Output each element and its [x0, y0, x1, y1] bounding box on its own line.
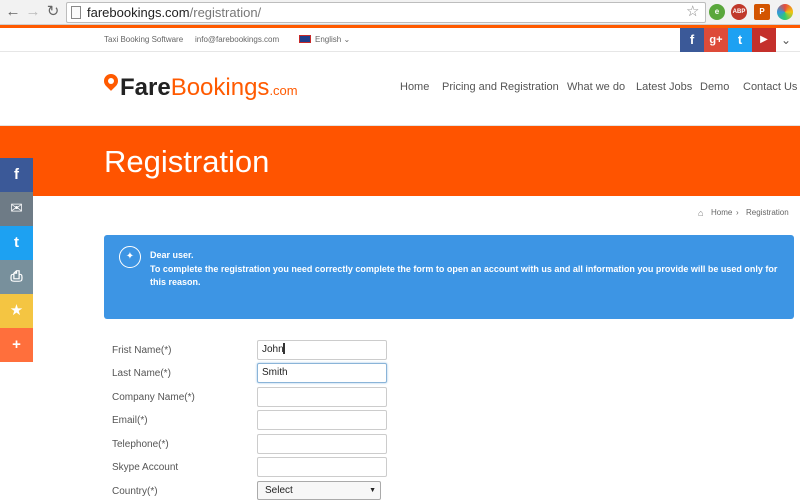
chevron-down-icon[interactable]: ⌄ — [781, 33, 791, 47]
share-print-icon[interactable]: ⎙ — [0, 260, 33, 294]
browser-toolbar: ← → ↻ farebookings.com/registration/ ☆ e… — [0, 0, 800, 25]
evernote-icon[interactable]: e — [709, 4, 725, 20]
home-icon: ⌂ — [698, 208, 704, 218]
country-label: Country(*) — [112, 486, 158, 497]
facebook-icon[interactable]: f — [680, 28, 704, 52]
url-domain: farebookings.com — [87, 5, 190, 20]
share-email-icon[interactable]: ✉ — [0, 192, 33, 226]
language-selector[interactable]: English ⌄ — [315, 35, 350, 44]
top-bar: Taxi Booking Software info@farebookings.… — [0, 28, 800, 52]
tagline: Taxi Booking Software — [104, 35, 184, 44]
first-name-label: Frist Name(*) — [112, 345, 172, 356]
nav-pricing-registration[interactable]: Pricing and Registration — [442, 81, 559, 93]
last-name-input[interactable]: Smith — [257, 363, 387, 383]
select-arrow-icon: ▼ — [369, 487, 376, 494]
page-banner: Registration — [0, 126, 800, 196]
contact-email[interactable]: info@farebookings.com — [195, 35, 279, 44]
text-cursor — [283, 343, 285, 354]
adblock-icon[interactable]: ABP — [731, 4, 747, 20]
breadcrumb-separator: › — [736, 208, 739, 217]
bookmark-star-icon[interactable]: ☆ — [686, 3, 699, 20]
skype-input[interactable] — [257, 457, 387, 477]
logo-com: .com — [269, 83, 298, 98]
page-icon — [71, 6, 81, 19]
nav-contact-us[interactable]: Contact Us — [743, 81, 797, 93]
twitter-icon[interactable]: t — [728, 28, 752, 52]
back-icon[interactable]: ← — [4, 3, 22, 21]
google-plus-icon[interactable]: g+ — [704, 28, 728, 52]
share-more-icon[interactable]: + — [0, 328, 33, 362]
nav-what-we-do[interactable]: What we do — [567, 81, 625, 93]
logo[interactable]: FareBookings.com — [120, 74, 298, 105]
nav-home[interactable]: Home — [400, 81, 429, 93]
first-name-input[interactable]: John — [257, 340, 387, 360]
country-select[interactable]: Select ▼ — [257, 481, 381, 500]
url-path: /registration/ — [189, 5, 262, 20]
skype-label: Skype Account — [112, 462, 179, 473]
info-message: To complete the registration you need co… — [150, 264, 778, 287]
share-twitter-icon[interactable]: t — [0, 226, 33, 260]
last-name-label: Last Name(*) — [112, 368, 171, 379]
forward-icon[interactable]: → — [24, 3, 42, 21]
email-input[interactable] — [257, 410, 387, 430]
share-facebook-icon[interactable]: f — [0, 158, 33, 192]
logo-bookings: Bookings — [170, 74, 270, 101]
youtube-icon[interactable]: ▶ — [752, 28, 776, 52]
address-bar[interactable]: farebookings.com/registration/ — [66, 2, 706, 23]
uk-flag-icon — [299, 35, 311, 43]
pocket-icon[interactable]: P — [754, 4, 770, 20]
country-selected: Select — [265, 485, 293, 496]
nav-latest-jobs[interactable]: Latest Jobs — [636, 81, 692, 93]
page-title: Registration — [104, 144, 270, 179]
nav-demo[interactable]: Demo — [700, 81, 729, 93]
company-name-input[interactable] — [257, 387, 387, 407]
reload-icon[interactable]: ↻ — [44, 3, 62, 21]
breadcrumb-home[interactable]: Home — [711, 208, 732, 217]
email-label: Email(*) — [112, 415, 148, 426]
info-title: Dear user. — [150, 250, 194, 260]
logo-fare: Fare — [120, 74, 171, 101]
company-name-label: Company Name(*) — [112, 392, 195, 403]
telephone-label: Telephone(*) — [112, 439, 169, 450]
info-notice: ✦ Dear user. To complete the registratio… — [104, 235, 794, 319]
share-favorite-icon[interactable]: ★ — [0, 294, 33, 328]
lightbulb-icon: ✦ — [119, 246, 141, 268]
colorful-extension-icon[interactable] — [777, 4, 793, 20]
telephone-input[interactable] — [257, 434, 387, 454]
breadcrumb-current: Registration — [746, 208, 789, 217]
